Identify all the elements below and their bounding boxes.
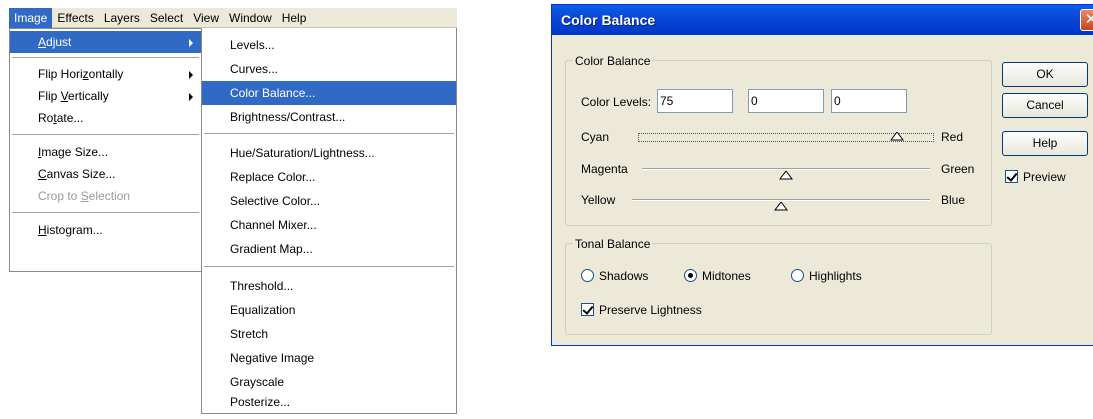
magenta-green-slider-track[interactable]: [642, 168, 930, 170]
menu-item-gradient-map[interactable]: Gradient Map...: [202, 237, 456, 261]
color-balance-group-label: Color Balance: [573, 54, 653, 68]
menu-item-label: Gradient Map...: [230, 242, 313, 256]
submenu-arrow-icon: [189, 71, 193, 79]
menu-item-negative-image[interactable]: Negative Image: [202, 346, 456, 370]
yellow-blue-slider-track[interactable]: [632, 199, 930, 201]
menu-item-crop-to-selection: Crop to Selection: [10, 185, 201, 207]
menu-item-levels[interactable]: Levels...: [202, 33, 456, 57]
menu-item-label: Histogram...: [38, 223, 103, 237]
menu-item-channel-mixer[interactable]: Channel Mixer...: [202, 213, 456, 237]
menu-item-flip-vertically[interactable]: Flip Vertically: [10, 85, 201, 107]
menu-item-label: Crop to Selection: [38, 189, 131, 203]
cyan-red-slider-thumb[interactable]: [890, 132, 904, 141]
menu-window[interactable]: Window: [224, 8, 277, 28]
menu-item-image-size[interactable]: Image Size...: [10, 141, 201, 163]
menu-separator: [204, 266, 454, 268]
preview-checkbox[interactable]: [1005, 170, 1018, 183]
menu-item-label: Curves...: [230, 62, 279, 76]
menu-item-label: Selective Color...: [230, 194, 321, 208]
menu-separator: [12, 212, 199, 214]
magenta-green-level-input[interactable]: 0: [748, 89, 824, 113]
magenta-label: Magenta: [581, 162, 628, 176]
menu-item-label: Flip Horizontally: [38, 67, 124, 81]
menu-item-label: Levels...: [230, 38, 275, 52]
menu-item-label: Rotate...: [38, 111, 84, 125]
menu-item-label: Hue/Saturation/Lightness...: [230, 146, 375, 160]
menu-item-curves[interactable]: Curves...: [202, 57, 456, 81]
menu-item-label: Color Balance...: [230, 86, 316, 100]
menu-item-posterize[interactable]: Posterize...: [202, 390, 456, 414]
menu-separator: [12, 134, 199, 136]
menu-effects[interactable]: Effects: [52, 8, 98, 28]
menu-bar: Image Effects Layers Select View Window …: [9, 7, 457, 28]
menu-image[interactable]: Image: [9, 7, 53, 28]
submenu-arrow-icon: [189, 39, 193, 47]
menu-item-threshold[interactable]: Threshold...: [202, 274, 456, 298]
menu-item-rotate[interactable]: Rotate...: [10, 107, 201, 129]
menu-item-selective-color[interactable]: Selective Color...: [202, 189, 456, 213]
menu-item-brightness-contrast[interactable]: Brightness/Contrast...: [202, 105, 456, 129]
menu-separator: [204, 133, 454, 135]
menu-item-label: Replace Color...: [230, 170, 316, 184]
shadows-radio[interactable]: [581, 269, 594, 282]
menu-item-stretch[interactable]: Stretch: [202, 322, 456, 346]
menu-item-label: Brightness/Contrast...: [230, 110, 346, 124]
shadows-label: Shadows: [599, 269, 649, 283]
menu-item-canvas-size[interactable]: Canvas Size...: [10, 163, 201, 185]
menu-help[interactable]: Help: [277, 8, 312, 28]
color-levels-label: Color Levels:: [581, 95, 652, 109]
submenu-arrow-icon: [189, 93, 193, 101]
close-button[interactable]: ✕: [1080, 9, 1093, 31]
menu-item-label: Threshold...: [230, 279, 294, 293]
cyan-label: Cyan: [581, 130, 610, 144]
menu-item-equalization[interactable]: Equalization: [202, 298, 456, 322]
cancel-button[interactable]: Cancel: [1002, 93, 1088, 118]
preserve-lightness-checkbox[interactable]: [581, 303, 594, 316]
menu-layers[interactable]: Layers: [99, 8, 145, 28]
highlights-label: Highlights: [809, 269, 862, 283]
menu-item-label: Posterize...: [230, 395, 291, 409]
tonal-balance-group-label: Tonal Balance: [573, 237, 653, 251]
menu-select[interactable]: Select: [145, 8, 188, 28]
green-label: Green: [941, 162, 975, 176]
image-menu-dropdown: Adjust Flip Horizontally Flip Vertically…: [9, 28, 202, 272]
menu-item-hue-saturation[interactable]: Hue/Saturation/Lightness...: [202, 141, 456, 165]
menu-separator: [12, 57, 199, 59]
midtones-label: Midtones: [702, 269, 751, 283]
preserve-lightness-label: Preserve Lightness: [599, 303, 702, 317]
red-label: Red: [941, 130, 964, 144]
menu-item-replace-color[interactable]: Replace Color...: [202, 165, 456, 189]
ok-button[interactable]: OK: [1002, 62, 1088, 87]
yellow-blue-slider-thumb[interactable]: [774, 202, 788, 211]
midtones-radio[interactable]: [684, 269, 697, 282]
menu-item-label: Negative Image: [230, 351, 315, 365]
menu-item-label: Flip Vertically: [38, 89, 109, 103]
menu-item-label: Image Size...: [38, 145, 109, 159]
adjust-submenu: Levels... Curves... Color Balance... Bri…: [201, 28, 457, 414]
close-icon: ✕: [1084, 11, 1093, 28]
menu-item-label: Channel Mixer...: [230, 218, 317, 232]
cyan-red-level-input[interactable]: 75: [657, 89, 733, 113]
color-balance-dialog: Color Balance Color Balance Color Levels…: [551, 4, 1093, 346]
dialog-titlebar[interactable]: Color Balance: [552, 5, 1093, 35]
tonal-balance-group: Tonal Balance: [565, 237, 992, 335]
menu-item-color-balance[interactable]: Color Balance...: [202, 81, 456, 105]
menu-item-adjust[interactable]: Adjust: [10, 31, 201, 53]
highlights-radio[interactable]: [791, 269, 804, 282]
menu-item-label: Grayscale: [230, 375, 285, 389]
help-button[interactable]: Help: [1002, 131, 1088, 156]
menu-item-flip-horizontally[interactable]: Flip Horizontally: [10, 63, 201, 85]
menu-item-histogram[interactable]: Histogram...: [10, 219, 201, 241]
menu-item-label: Stretch: [230, 327, 269, 341]
blue-label: Blue: [941, 193, 966, 207]
menu-view[interactable]: View: [188, 8, 224, 28]
magenta-green-slider-thumb[interactable]: [779, 171, 793, 180]
yellow-blue-level-input[interactable]: 0: [831, 89, 907, 113]
preview-label: Preview: [1023, 170, 1066, 184]
menu-item-label: Equalization: [230, 303, 296, 317]
dialog-title: Color Balance: [561, 12, 656, 28]
menu-item-adjust-label: Adjust: [38, 35, 72, 49]
menu-item-label: Canvas Size...: [38, 167, 116, 181]
yellow-label: Yellow: [581, 193, 616, 207]
